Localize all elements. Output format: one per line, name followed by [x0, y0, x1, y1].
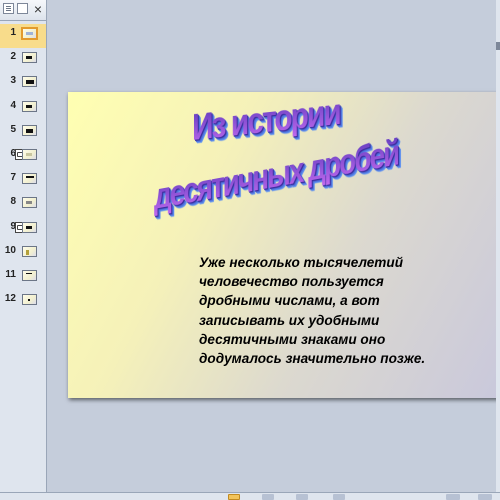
slide-thumbnail-list: 1 2 3 4 5 6 7 8 9 10 11 12 [0, 24, 46, 314]
slide-show-button[interactable] [333, 494, 345, 500]
body-line: Уже несколько тысячелетий [199, 255, 404, 270]
slide-number: 7 [10, 172, 16, 184]
body-line: человечество пользуется [199, 274, 384, 290]
slide-preview [22, 52, 37, 64]
slide-number: 11 [5, 268, 16, 280]
slide-preview [22, 245, 37, 257]
slide-preview [21, 27, 38, 40]
slide-number: 2 [10, 51, 16, 63]
slide-thumbnail-2[interactable]: 2 [0, 48, 46, 72]
scroll-up-arrow-icon[interactable] [496, 42, 500, 50]
slide-title-line-2[interactable]: десятичных дробей [154, 132, 398, 218]
slide-editor: Из истории десятичных дробей Уже несколь… [48, 0, 500, 492]
slide-number: 5 [10, 123, 16, 135]
status-bar [0, 492, 500, 500]
slide-number: 4 [10, 99, 16, 111]
slide-preview [22, 269, 37, 281]
slide-thumbnail-12[interactable]: 12 [0, 290, 46, 314]
slide-preview [22, 76, 37, 88]
slide-preview [22, 294, 37, 306]
zoom-slider[interactable] [446, 494, 460, 500]
slide-number: 3 [10, 75, 16, 87]
slide-preview [22, 148, 37, 160]
slide-preview [22, 221, 37, 233]
slides-tab-icon[interactable] [17, 3, 28, 14]
body-line: додумалось значительно позже. [199, 351, 426, 367]
slide-number: 8 [10, 196, 16, 208]
outline-tab-icon[interactable] [3, 3, 14, 14]
vertical-scrollbar[interactable] [496, 0, 500, 492]
pane-tabs: × [0, 0, 46, 21]
body-line: записывать их удобными [199, 312, 380, 328]
slide-thumbnail-4[interactable]: 4 [0, 97, 46, 121]
fit-to-window-button[interactable] [478, 494, 492, 500]
slide-canvas[interactable]: Из истории десятичных дробей Уже несколь… [68, 91, 500, 398]
reading-view-button[interactable] [296, 494, 308, 500]
slide-number: 10 [4, 244, 16, 256]
normal-view-button[interactable] [228, 494, 240, 500]
slide-number: 9 [10, 220, 16, 232]
slide-number: 1 [10, 27, 16, 38]
slide-number: 12 [4, 293, 16, 305]
slides-pane: × 1 2 3 4 5 6 7 8 9 10 11 12 [0, 0, 47, 492]
slide-preview [22, 173, 37, 185]
slide-preview [22, 100, 37, 112]
body-line: дробными числами, а вот [199, 293, 380, 309]
slide-sorter-button[interactable] [262, 494, 274, 500]
slide-preview [22, 124, 37, 136]
slide-thumbnail-8[interactable]: 8 [0, 193, 46, 217]
slide-thumbnail-6[interactable]: 6 [0, 145, 46, 169]
slide-preview [22, 197, 37, 209]
slide-title-line-1[interactable]: Из истории [192, 91, 340, 150]
slide-thumbnail-3[interactable]: 3 [0, 72, 46, 96]
close-pane-icon[interactable]: × [31, 1, 45, 17]
slide-thumbnail-5[interactable]: 5 [0, 121, 46, 145]
body-line: десятичными знаками оно [199, 331, 386, 347]
slide-thumbnail-10[interactable]: 10 [0, 242, 46, 266]
slide-thumbnail-1[interactable]: 1 [0, 24, 46, 49]
slide-thumbnail-9[interactable]: 9 [0, 218, 46, 242]
slide-body-text[interactable]: Уже несколько тысячелетий человечество п… [199, 253, 499, 368]
slide-thumbnail-11[interactable]: 11 [0, 266, 46, 290]
slide-number: 6 [10, 147, 16, 159]
slide-thumbnail-7[interactable]: 7 [0, 169, 46, 193]
